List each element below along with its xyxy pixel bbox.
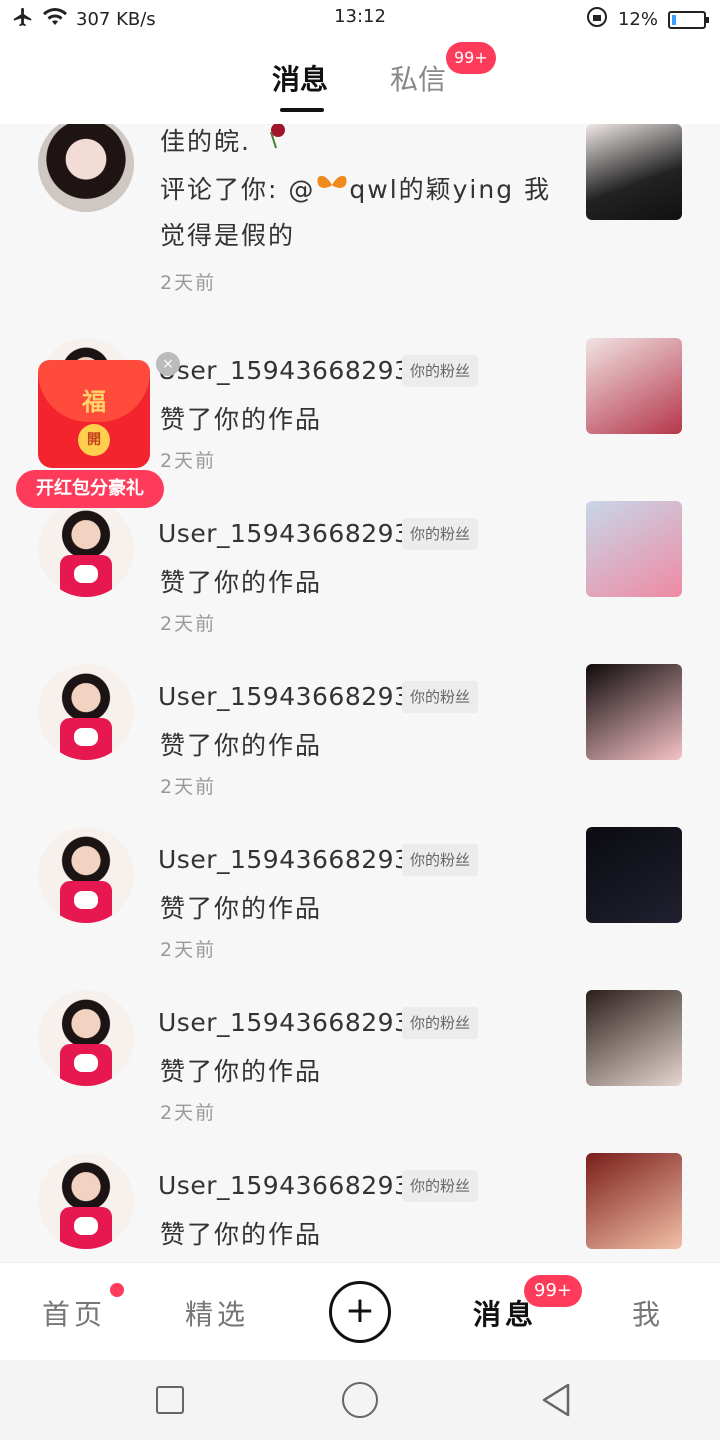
status-bar: 307 KB/s 13:12 12%: [0, 0, 720, 36]
red-packet-label[interactable]: 开红包分豪礼: [16, 470, 164, 508]
follower-badge: 你的粉丝: [402, 1170, 479, 1202]
avatar[interactable]: [38, 501, 134, 597]
follower-badge: 你的粉丝: [402, 1007, 479, 1039]
user-name[interactable]: User_1594366829379: [158, 845, 443, 874]
messages-unread-badge: 99+: [524, 1275, 582, 1307]
battery-percent: 12%: [617, 9, 658, 30]
notification-time: 2天前: [160, 450, 217, 472]
avatar[interactable]: [38, 990, 134, 1086]
avatar[interactable]: [38, 827, 134, 923]
action-text: 赞了你的作品: [160, 568, 323, 597]
avatar[interactable]: [38, 1153, 134, 1249]
follower-badge: 你的粉丝: [402, 355, 479, 387]
system-nav-bar: [0, 1360, 720, 1440]
commenter-name: 佳的皖.: [160, 124, 291, 158]
comment-notification[interactable]: 佳的皖. 评论了你: @ qwl的颖ying 我 觉得是假的 2天前: [0, 124, 720, 304]
user-name[interactable]: User_1594366829379: [158, 519, 443, 548]
create-button[interactable]: +: [329, 1281, 391, 1343]
recent-apps-icon[interactable]: [156, 1386, 184, 1414]
like-notification[interactable]: User_1594366829379你的粉丝赞了你的作品 2天前: [0, 827, 720, 990]
user-name[interactable]: User_1594366829379: [158, 682, 443, 711]
video-thumbnail[interactable]: [586, 124, 682, 220]
home-icon[interactable]: [342, 1382, 378, 1418]
notification-time: 2天前: [160, 613, 217, 635]
like-notification[interactable]: User_1594366829379你的粉丝赞了你的作品2天前: [0, 1153, 720, 1262]
follower-badge: 你的粉丝: [402, 518, 479, 550]
butterfly-icon: [315, 175, 349, 204]
like-notification[interactable]: User_1594366829379你的粉丝赞了你的作品 2天前: [0, 990, 720, 1153]
like-notification[interactable]: User_1594366829379你的粉丝赞了你的作品 2天前: [0, 501, 720, 664]
action-text: 赞了你的作品: [160, 405, 323, 434]
user-name[interactable]: User_1594366829379: [158, 1171, 443, 1200]
action-text: 赞了你的作品: [160, 1057, 323, 1086]
message-tabs: 消息 私信 99+: [0, 36, 720, 124]
alarm-icon: [586, 6, 608, 33]
video-thumbnail[interactable]: [586, 338, 682, 434]
back-icon[interactable]: [540, 1382, 572, 1418]
tab-indicator: [280, 108, 324, 112]
rose-icon: [261, 124, 291, 156]
battery-icon: [668, 10, 709, 29]
action-text: 赞了你的作品: [160, 894, 323, 923]
video-thumbnail[interactable]: [586, 501, 682, 597]
comment-text: 评论了你: @ qwl的颖ying 我: [160, 175, 552, 204]
status-right: 12%: [586, 6, 709, 33]
home-notification-dot: [110, 1283, 124, 1297]
notification-time: 2天前: [160, 939, 217, 961]
video-thumbnail[interactable]: [586, 990, 682, 1086]
red-packet-open-coin: 開: [78, 424, 110, 456]
notification-time: 2天前: [160, 1102, 217, 1124]
mention-link[interactable]: qwl的颖ying: [349, 175, 514, 204]
video-thumbnail[interactable]: [586, 1153, 682, 1249]
avatar[interactable]: [38, 124, 134, 212]
action-text: 赞了你的作品: [160, 1220, 323, 1249]
bottom-nav: 首页 精选 + 消息 99+ 我: [0, 1262, 720, 1360]
avatar[interactable]: [38, 664, 134, 760]
user-name[interactable]: User_1594366829379: [158, 356, 443, 385]
red-packet-fu-char: 福: [82, 388, 106, 416]
nav-home[interactable]: 首页: [42, 1293, 106, 1333]
tab-messages[interactable]: 消息: [272, 58, 328, 98]
video-thumbnail[interactable]: [586, 664, 682, 760]
like-notification[interactable]: User_1594366829379你的粉丝赞了你的作品 2天前: [0, 664, 720, 827]
notification-time: 2天前: [160, 776, 217, 798]
follower-badge: 你的粉丝: [402, 681, 479, 713]
dm-unread-badge: 99+: [446, 42, 496, 74]
video-thumbnail[interactable]: [586, 827, 682, 923]
notification-time: 2天前: [160, 272, 217, 294]
nav-featured[interactable]: 精选: [185, 1293, 249, 1333]
close-icon[interactable]: ×: [156, 352, 180, 376]
notification-list[interactable]: 佳的皖. 评论了你: @ qwl的颖ying 我 觉得是假的 2天前 User_1…: [0, 124, 720, 1262]
comment-text-continued: 觉得是假的: [160, 221, 296, 250]
red-packet-widget[interactable]: 福 開 × 开红包分豪礼: [16, 352, 180, 512]
follower-badge: 你的粉丝: [402, 844, 479, 876]
tab-direct-messages[interactable]: 私信: [390, 58, 446, 98]
action-text: 赞了你的作品: [160, 731, 323, 760]
nav-me[interactable]: 我: [632, 1293, 664, 1333]
user-name[interactable]: User_1594366829379: [158, 1008, 443, 1037]
